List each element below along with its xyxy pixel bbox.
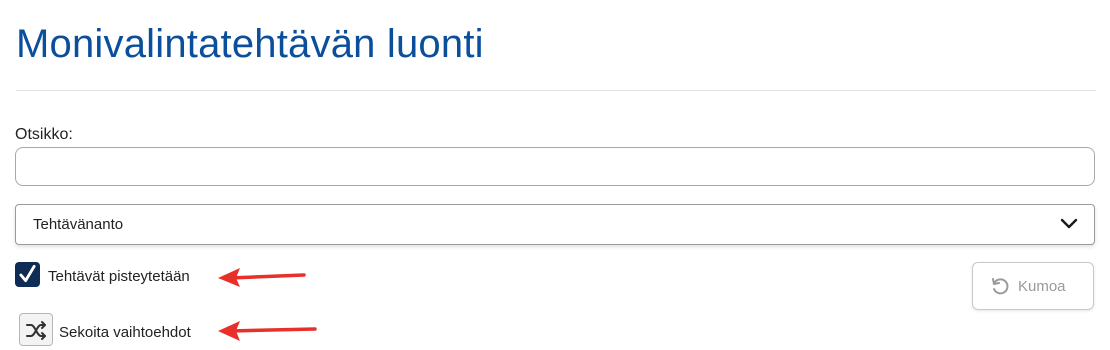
shuffle-button[interactable] bbox=[19, 313, 53, 346]
undo-icon bbox=[992, 278, 1009, 295]
assignment-select-value: Tehtävänanto bbox=[33, 216, 124, 233]
title-divider bbox=[16, 90, 1096, 91]
page-title: Monivalintatehtävän luonti bbox=[16, 22, 484, 66]
title-input[interactable] bbox=[15, 147, 1095, 186]
check-icon bbox=[19, 264, 36, 283]
scoring-checkbox[interactable] bbox=[15, 262, 40, 287]
undo-button[interactable]: Kumoa bbox=[972, 262, 1094, 310]
title-field-label: Otsikko: bbox=[15, 126, 73, 143]
assignment-select[interactable]: Tehtävänanto bbox=[15, 204, 1095, 245]
chevron-down-icon bbox=[1060, 218, 1078, 229]
shuffle-label[interactable]: Sekoita vaihtoehdot bbox=[59, 324, 191, 341]
red-arrow-icon bbox=[218, 321, 317, 341]
undo-button-label: Kumoa bbox=[1018, 278, 1066, 295]
red-arrow-icon bbox=[218, 268, 306, 287]
scoring-checkbox-label[interactable]: Tehtävät pisteytetään bbox=[48, 268, 190, 285]
shuffle-icon bbox=[26, 321, 46, 340]
